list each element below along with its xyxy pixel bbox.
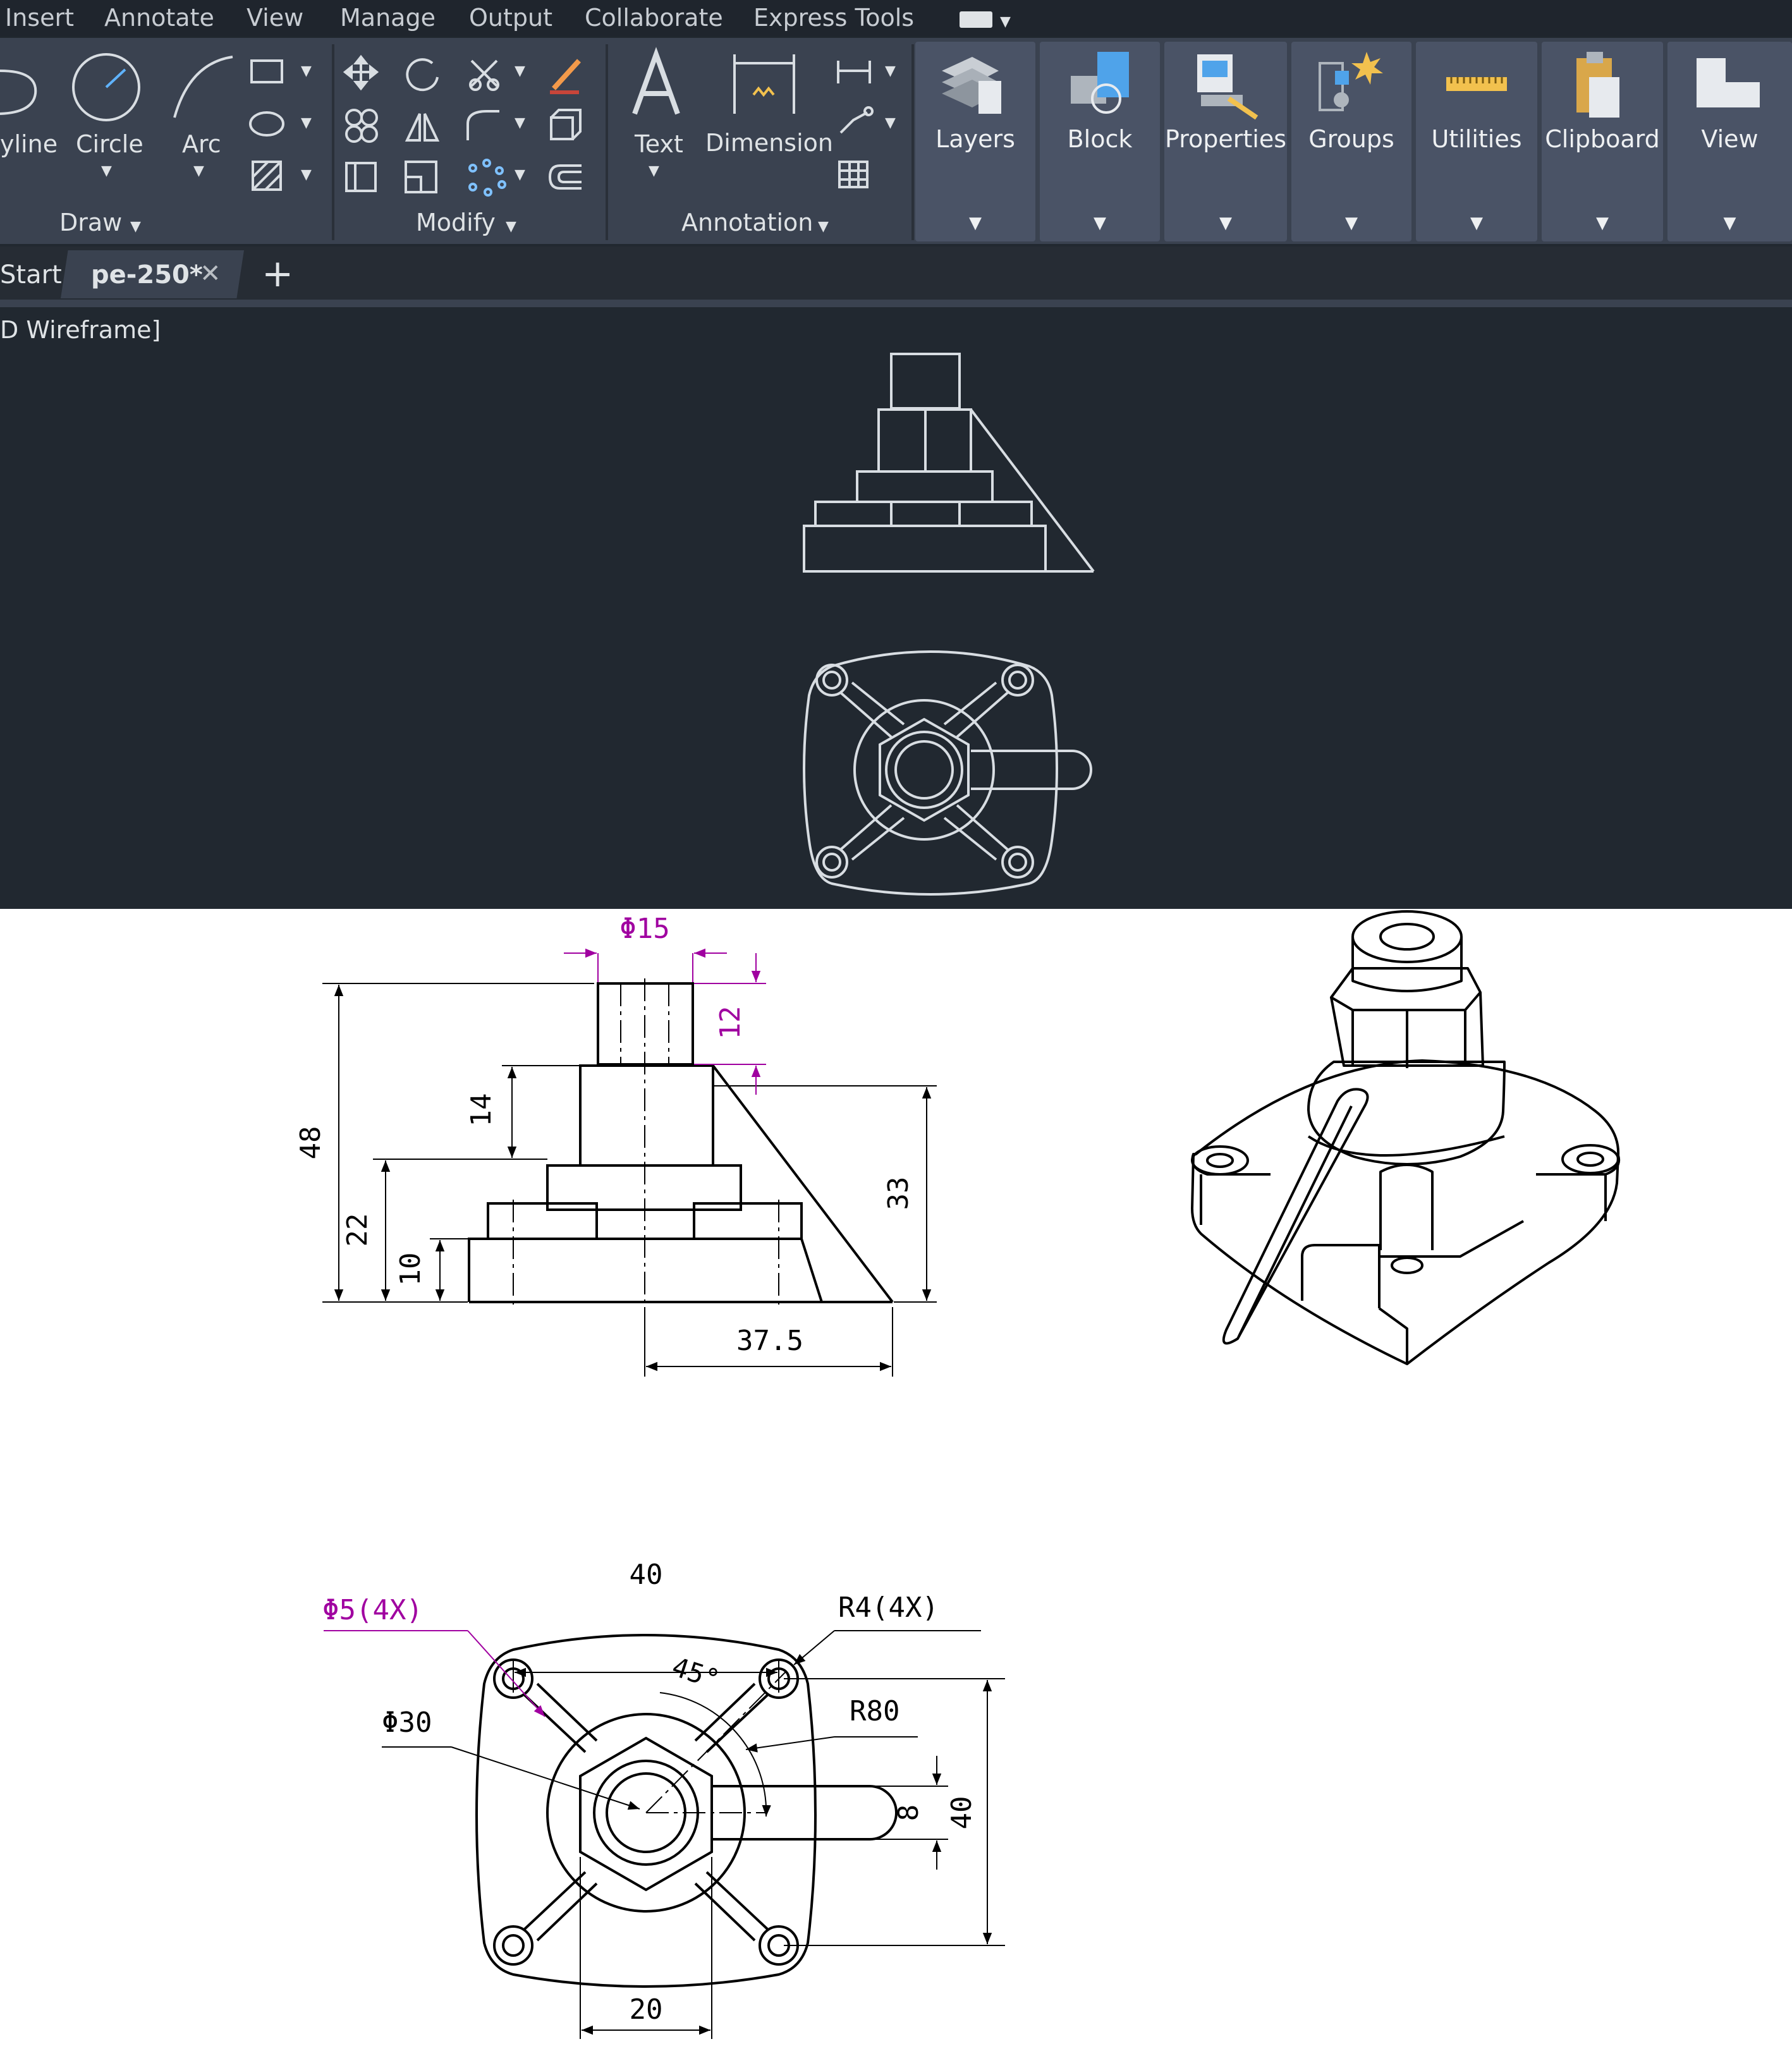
arc-icon[interactable] [173,56,233,118]
trim-icon[interactable] [469,59,499,91]
rotate-icon[interactable] [406,58,439,92]
dim-14-label: 14 [465,1093,497,1127]
hole-diameter-5-label: Φ5(4X) [322,1594,423,1626]
dim-20-label: 20 [630,1993,663,2026]
dim-40-side-label: 40 [946,1796,978,1830]
front-view-dimension-lines [322,983,937,1377]
dim-12-label: 12 [714,1006,747,1040]
dim-48-label: 48 [295,1126,327,1160]
isometric-view [1191,910,1620,1365]
circle-icon[interactable] [72,53,140,121]
block-icon [1071,52,1129,114]
radius-80-label: R80 [850,1695,899,1727]
hatch-icon[interactable] [252,161,282,191]
dim-10-label: 10 [394,1253,427,1286]
fillet-icon[interactable] [466,110,499,140]
stretch-icon[interactable] [550,109,582,140]
utilities-icon [1446,77,1507,91]
dim-33-label: 33 [882,1177,915,1210]
dim-37-5-label: 37.5 [736,1325,803,1357]
angle-45-label: 45° [668,1651,723,1695]
linear-dimension-icon[interactable] [837,61,871,83]
copy-icon[interactable] [345,109,378,143]
mirror-icon[interactable] [405,113,440,142]
properties-icon [1197,54,1259,120]
leader-icon[interactable] [839,106,874,134]
diameter-30-label: Φ30 [382,1707,432,1739]
top-view [475,1634,898,1988]
table-icon[interactable] [838,161,869,188]
radius-4-label: R4(4X) [838,1591,939,1624]
dim-40-top-label: 40 [630,1559,663,1591]
scale-ref-icon[interactable] [345,162,377,192]
clipboard-icon [1576,52,1619,118]
diameter-15-label: Φ15 [619,913,669,945]
dim-22-label: 22 [341,1214,374,1247]
ribbon-icons-and-model-space [0,47,1760,896]
array-icon[interactable] [468,159,506,197]
autocad-window: Insert Annotate View Manage Output Colla… [0,0,1792,909]
reference-drawing-sheet: Φ15 12 14 48 22 10 33 37.5 40 Φ5(4X) R4(… [0,909,1792,2063]
polyline-icon[interactable] [0,70,37,115]
offset-icon[interactable] [548,164,582,190]
top-view-accent-leader [324,1630,546,1717]
text-icon[interactable] [632,47,680,115]
front-view [468,982,894,1303]
center-lines [488,978,802,1307]
view-icon [1697,58,1760,107]
engineering-drawing: Φ15 12 14 48 22 10 33 37.5 40 Φ5(4X) R4(… [295,910,1620,2039]
scale-icon[interactable] [405,161,437,193]
rectangle-icon[interactable] [250,59,283,83]
ellipse-icon[interactable] [249,111,284,137]
layers-icon [942,57,1001,114]
dimension-icon[interactable] [733,54,795,114]
erase-icon[interactable] [550,59,581,94]
model-top-view[interactable] [803,650,1092,896]
dim-8-label: 8 [893,1804,925,1822]
model-front-view[interactable] [803,353,1095,573]
groups-icon [1319,52,1383,111]
move-icon[interactable] [343,54,379,91]
